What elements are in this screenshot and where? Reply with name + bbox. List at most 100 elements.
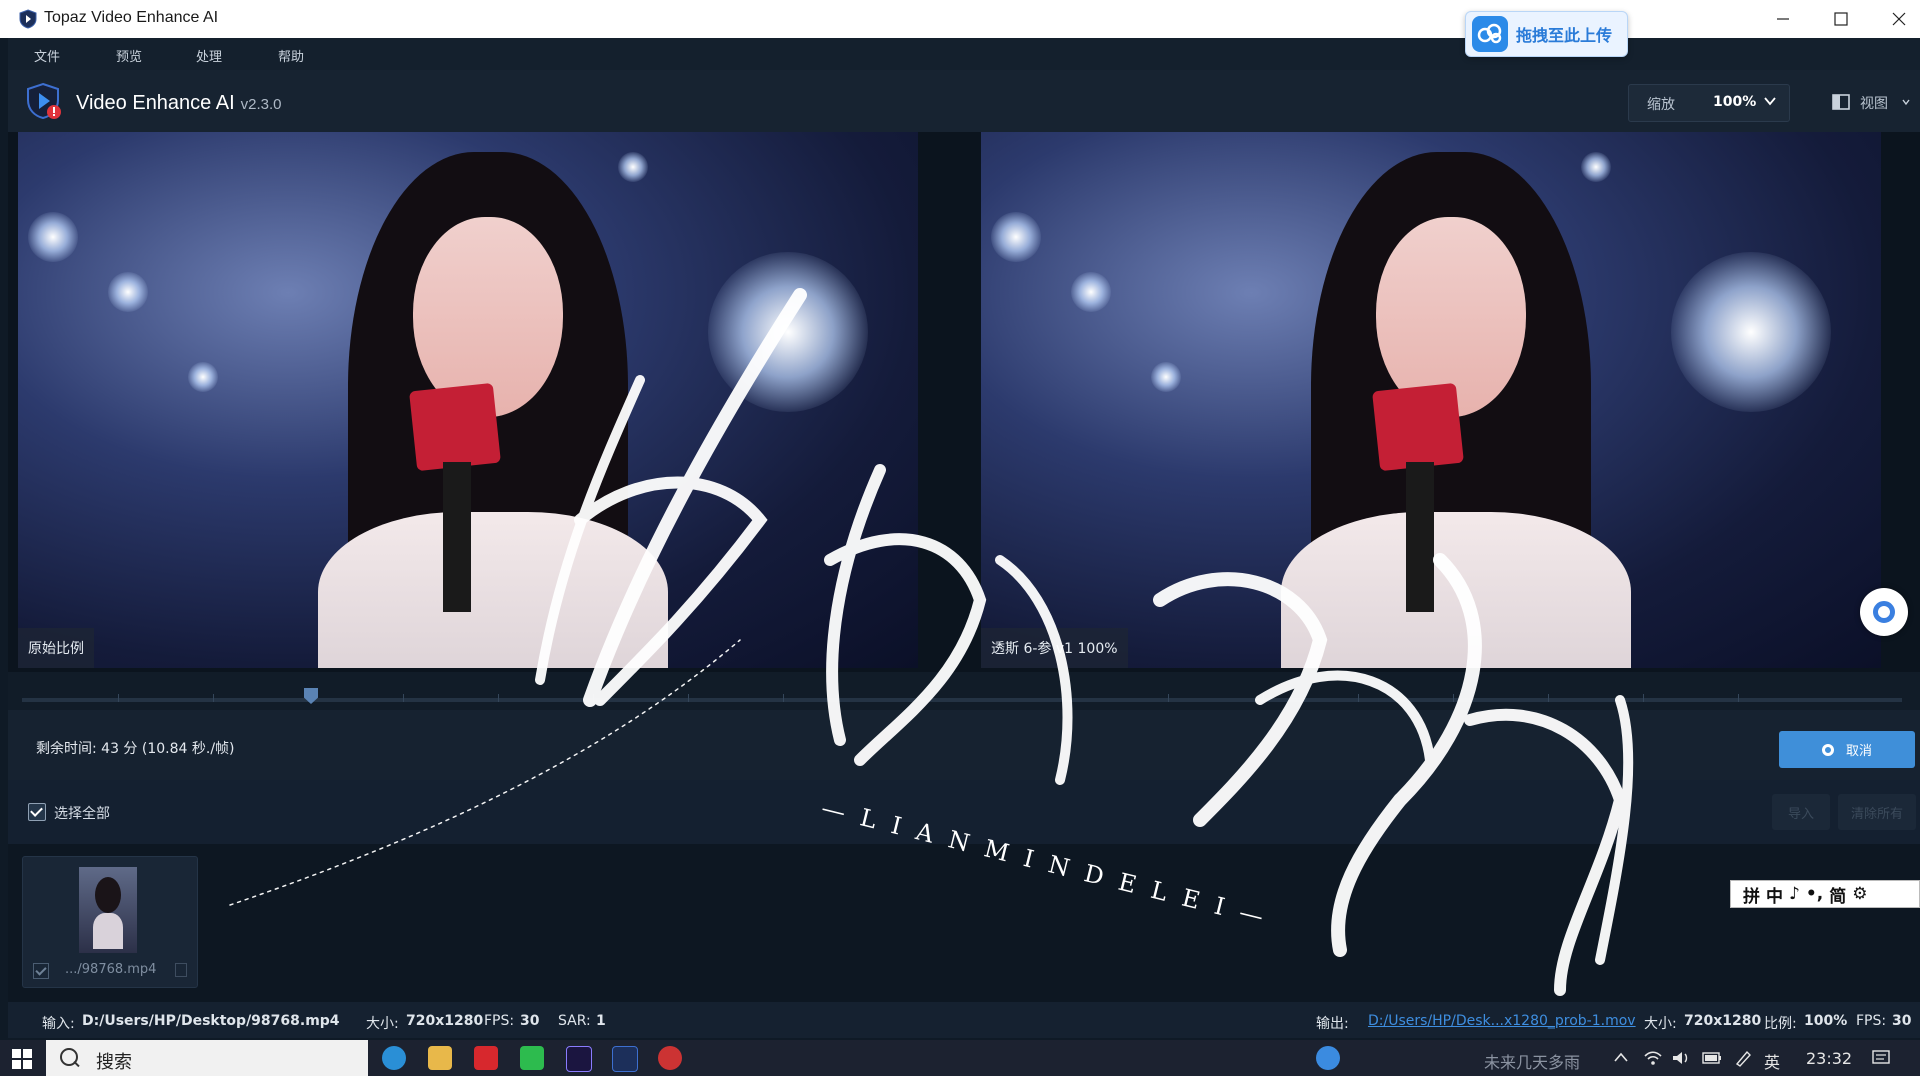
- file-card[interactable]: .../98768.mp4: [22, 856, 198, 988]
- upload-label: 拖拽至此上传: [1516, 26, 1613, 45]
- menu-bar: 文件 预览 处理 帮助: [8, 38, 1920, 70]
- clock[interactable]: 23:32: [1806, 1049, 1852, 1068]
- caret-down-icon: [1902, 99, 1910, 106]
- ime-punct[interactable]: •,: [1806, 884, 1823, 904]
- select-all-checkbox[interactable]: [28, 803, 46, 821]
- wechat-icon[interactable]: [520, 1046, 544, 1070]
- file-explorer-icon[interactable]: [428, 1046, 452, 1070]
- edge-icon[interactable]: [382, 1046, 406, 1070]
- ime-moon[interactable]: ♪: [1789, 884, 1800, 904]
- input-fps-value: 30: [520, 1013, 540, 1029]
- ime-indicator[interactable]: 英: [1764, 1049, 1780, 1073]
- ime-chinese[interactable]: 中: [1766, 882, 1783, 907]
- zoom-dropdown[interactable]: 缩放 100%: [1628, 84, 1790, 122]
- search-icon: [60, 1048, 78, 1066]
- ime-pinyin[interactable]: 拼: [1743, 882, 1760, 907]
- output-label: 输出:: [1316, 1016, 1349, 1032]
- preview-area: 原始比例 透斯 6-参 v1 100%: [8, 132, 1920, 672]
- ime-settings[interactable]: ⚙: [1852, 884, 1867, 904]
- ratio-label: 比例:: [1764, 1016, 1797, 1032]
- window-titlebar: Topaz Video Enhance AI: [0, 0, 1920, 38]
- file-list: .../98768.mp4: [8, 844, 1920, 1002]
- model-scale-tag: 透斯 6-参 v1 100%: [981, 628, 1128, 668]
- close-icon: [1892, 12, 1906, 26]
- file-list-toolbar: 选择全部 导入 清除所有: [8, 780, 1920, 845]
- volume-icon[interactable]: [1672, 1050, 1690, 1066]
- chevron-down-icon: [1764, 97, 1776, 106]
- input-sar-label: SAR:: [558, 1013, 591, 1029]
- upload-dropzone[interactable]: 拖拽至此上传: [1465, 11, 1628, 57]
- minimize-icon: [1777, 18, 1789, 20]
- cloud-upload-icon: [1472, 16, 1508, 52]
- output-path-link[interactable]: D:/Users/HP/Desk...x1280_prob-1.mov: [1368, 1013, 1636, 1029]
- file-thumbnail: [79, 867, 137, 953]
- view-dropdown[interactable]: 视图: [1824, 84, 1912, 120]
- enhanced-preview-pane[interactable]: 透斯 6-参 v1 100%: [981, 132, 1881, 668]
- taskbar-search[interactable]: 搜索: [46, 1040, 368, 1076]
- windows-start-icon[interactable]: [12, 1049, 32, 1069]
- menu-process[interactable]: 处理: [196, 46, 222, 65]
- zoom-value: 100%: [1713, 94, 1757, 110]
- original-scale-tag: 原始比例: [18, 628, 94, 668]
- original-preview-pane[interactable]: 原始比例: [18, 132, 918, 668]
- input-path: D:/Users/HP/Desktop/98768.mp4: [82, 1013, 340, 1029]
- clear-all-button[interactable]: 清除所有: [1838, 794, 1916, 830]
- maximize-button[interactable]: [1812, 0, 1870, 38]
- timeline-scrubber[interactable]: [8, 672, 1920, 710]
- output-size-value: 720x1280: [1684, 1013, 1762, 1029]
- app-header: Video Enhance AI v2.3.0 缩放 100% 视图: [8, 70, 1920, 133]
- input-sar-value: 1: [596, 1013, 606, 1029]
- window-title: Topaz Video Enhance AI: [44, 9, 219, 26]
- chevron-up-icon[interactable]: [1614, 1052, 1628, 1062]
- split-view-icon: [1832, 94, 1850, 110]
- floating-assistant-button[interactable]: [1860, 588, 1908, 636]
- product-version: v2.3.0: [240, 96, 282, 113]
- close-button[interactable]: [1870, 0, 1920, 38]
- wifi-icon[interactable]: [1644, 1050, 1662, 1066]
- output-fps-value: 30: [1892, 1013, 1912, 1029]
- ratio-value: 100%: [1804, 1013, 1848, 1029]
- file-info-bar: 输入: D:/Users/HP/Desktop/98768.mp4 大小: 72…: [8, 1002, 1920, 1038]
- input-fps-label: FPS:: [484, 1013, 515, 1029]
- ime-simplified[interactable]: 简: [1829, 882, 1846, 907]
- remaining-time: 剩余时间: 43 分 (10.84 秒./帧): [36, 741, 235, 757]
- cancel-button[interactable]: 取消: [1779, 731, 1915, 768]
- trash-icon[interactable]: [175, 963, 187, 977]
- menu-preview[interactable]: 预览: [116, 46, 142, 65]
- after-effects-icon[interactable]: [566, 1046, 592, 1072]
- notification-icon[interactable]: [1872, 1050, 1890, 1066]
- zoom-label: 缩放: [1647, 97, 1675, 113]
- select-all-label: 选择全部: [54, 806, 110, 822]
- import-button[interactable]: 导入: [1772, 794, 1830, 830]
- minimize-button[interactable]: [1754, 0, 1812, 38]
- file-name: .../98768.mp4: [65, 962, 157, 977]
- maximize-icon: [1834, 12, 1848, 26]
- battery-icon[interactable]: [1702, 1052, 1722, 1064]
- processing-status-bar: 剩余时间: 43 分 (10.84 秒./帧) 取消: [8, 710, 1920, 781]
- product-name: Video Enhance AI: [76, 92, 235, 114]
- menu-file[interactable]: 文件: [34, 46, 60, 65]
- input-size-value: 720x1280: [406, 1013, 484, 1029]
- view-label: 视图: [1860, 96, 1888, 112]
- pinned-app-icon[interactable]: [658, 1046, 682, 1070]
- topaz-taskbar-icon[interactable]: [612, 1046, 638, 1072]
- wps-icon[interactable]: [474, 1046, 498, 1070]
- input-size-label: 大小:: [366, 1016, 399, 1032]
- stop-icon: [1821, 743, 1834, 756]
- file-checkbox[interactable]: [33, 963, 49, 979]
- output-fps-label: FPS:: [1856, 1013, 1887, 1029]
- pen-icon[interactable]: [1734, 1049, 1752, 1067]
- video-enhance-logo-icon: [27, 82, 61, 120]
- search-placeholder: 搜索: [96, 1052, 132, 1073]
- weather-text[interactable]: 未来几天多雨: [1484, 1049, 1580, 1073]
- help-icon[interactable]: [1316, 1046, 1340, 1070]
- topaz-app-icon: [19, 9, 37, 29]
- menu-help[interactable]: 帮助: [278, 46, 304, 65]
- product-title: Video Enhance AI v2.3.0: [76, 92, 282, 115]
- ime-toolbar[interactable]: 拼 中 ♪ •, 简 ⚙: [1730, 880, 1920, 908]
- output-size-label: 大小:: [1644, 1016, 1677, 1032]
- input-label: 输入:: [42, 1016, 75, 1032]
- windows-taskbar: 搜索 未来几天多雨 英 23:32: [0, 1040, 1920, 1076]
- timeline-track[interactable]: [22, 698, 1902, 702]
- cancel-label: 取消: [1845, 744, 1872, 759]
